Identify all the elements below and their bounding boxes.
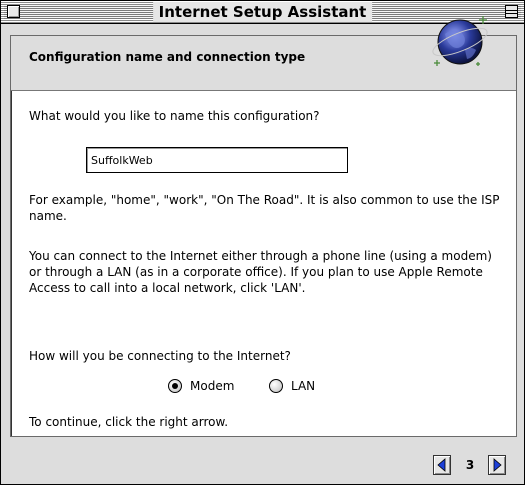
close-box-icon[interactable] (7, 5, 20, 18)
continue-text: To continue, click the right arrow. (29, 415, 229, 429)
lan-label: LAN (291, 379, 316, 393)
page-number: 3 (465, 458, 475, 472)
modem-option[interactable]: Modem (168, 377, 234, 395)
zoom-box-icon[interactable] (505, 5, 518, 18)
right-arrow-icon[interactable] (488, 455, 506, 475)
lan-radio[interactable] (269, 379, 283, 393)
name-prompt: What would you like to name this configu… (29, 109, 320, 123)
globe-icon (429, 10, 491, 72)
window-title: Internet Setup Assistant (152, 2, 373, 22)
content-panel: Configuration name and connection type W… (10, 35, 517, 437)
example-text: For example, "home", "work", "On The Roa… (29, 193, 500, 223)
lan-option[interactable]: LAN (269, 377, 315, 395)
connection-info-text: You can connect to the Internet either t… (29, 249, 492, 295)
modem-label: Modem (190, 379, 235, 393)
navigation-bar: 3 (1, 439, 524, 484)
setup-assistant-window: Internet Setup Assistant Configuration n… (0, 0, 525, 485)
section-title: Configuration name and connection type (29, 50, 306, 64)
modem-radio[interactable] (168, 379, 182, 393)
connection-prompt: How will you be connecting to the Intern… (29, 349, 291, 363)
configuration-name-input[interactable] (86, 147, 348, 173)
left-arrow-icon[interactable] (433, 455, 451, 475)
